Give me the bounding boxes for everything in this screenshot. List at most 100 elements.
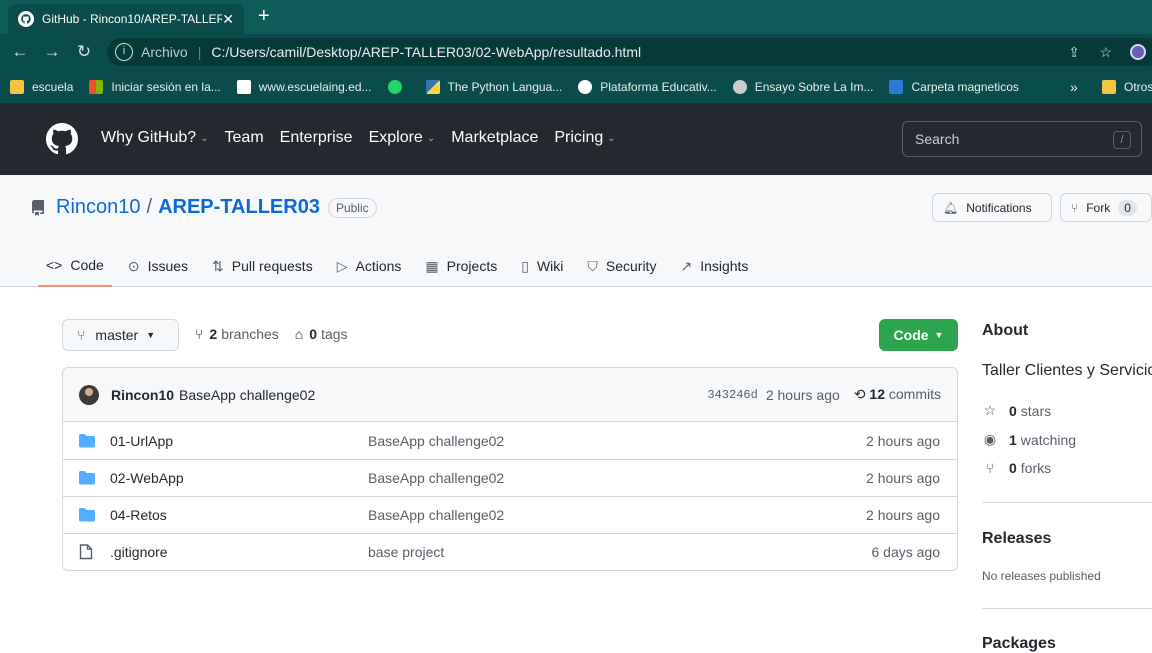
outlook-icon: [889, 79, 904, 94]
tab-wiki[interactable]: ▯ Wiki: [513, 245, 571, 287]
tab-label: Security: [605, 258, 657, 274]
browser-tab[interactable]: GitHub - Rincon10/AREP-TALLER03 ✕: [8, 4, 244, 34]
nav-enterprise[interactable]: Enterprise: [280, 129, 353, 147]
file-name-link[interactable]: 04-Retos: [110, 507, 167, 523]
table-row: 02-WebApp BaseApp challenge02 2 hours ag…: [63, 459, 957, 496]
bell-icon: 🔔︎: [943, 200, 959, 215]
nav-label: Team: [224, 129, 264, 146]
share-icon[interactable]: ⇪: [1068, 44, 1080, 61]
reload-icon[interactable]: ↻: [68, 42, 100, 62]
divider: [982, 608, 1152, 609]
nav-why-github[interactable]: Why GitHub? ⌄: [101, 129, 209, 147]
stars-link[interactable]: ☆ 0 stars: [982, 402, 1051, 419]
code-icon: <>: [46, 257, 63, 273]
forward-arrow-icon[interactable]: →: [36, 42, 68, 62]
chevron-down-icon: ⌄: [607, 132, 616, 144]
bookmark-python[interactable]: The Python Langua...: [425, 79, 562, 94]
forks-link[interactable]: ⑂ 0 forks: [982, 460, 1051, 476]
file-icon: [79, 544, 97, 560]
bookmark-escuelaing[interactable]: www.escuelaing.ed...: [236, 79, 372, 94]
bookmark-whatsapp[interactable]: [387, 79, 410, 94]
address-bar[interactable]: i Archivo | C:/Users/camil/Desktop/AREP-…: [107, 38, 1152, 66]
tab-code[interactable]: <> Code: [38, 245, 112, 287]
tags-count: 0: [309, 326, 318, 342]
commits-link[interactable]: ⟲ 12 commits: [854, 386, 941, 403]
tab-issues[interactable]: ⊙ Issues: [120, 245, 196, 287]
nav-marketplace[interactable]: Marketplace: [451, 129, 538, 147]
extension-icon[interactable]: [1130, 44, 1146, 60]
folder-icon: [79, 471, 97, 485]
tab-insights[interactable]: ↗ Insights: [672, 245, 756, 287]
notifications-button[interactable]: 🔔︎ Notifications: [932, 193, 1052, 222]
bookmark-carpeta[interactable]: Carpeta magneticos: [889, 79, 1019, 94]
file-commit-message[interactable]: BaseApp challenge02: [368, 507, 504, 523]
file-commit-message[interactable]: base project: [368, 544, 444, 560]
file-name-link[interactable]: 02-WebApp: [110, 470, 184, 486]
fork-label: Fork: [1086, 200, 1111, 215]
repo-name-link[interactable]: AREP-TALLER03: [158, 196, 320, 219]
tab-projects[interactable]: ▦ Projects: [417, 245, 505, 287]
bookmark-microsoft[interactable]: Iniciar sesión en la...: [89, 79, 221, 94]
commit-message[interactable]: BaseApp challenge02: [179, 387, 315, 403]
commit-sha[interactable]: 343246d: [707, 388, 757, 402]
branches-label: branches: [221, 326, 279, 342]
file-name-link[interactable]: 01-UrlApp: [110, 433, 173, 449]
forks-count: 0: [1009, 460, 1017, 476]
watching-link[interactable]: ◉ 1 watching: [982, 431, 1076, 448]
info-icon[interactable]: i: [115, 43, 133, 61]
github-favicon-icon: [18, 11, 34, 27]
address-url[interactable]: C:/Users/camil/Desktop/AREP-TALLER03/02-…: [211, 44, 641, 60]
nav-team[interactable]: Team: [225, 129, 264, 147]
repo-owner-link[interactable]: Rincon10: [56, 196, 141, 219]
fork-button[interactable]: ⑂ Fork 0: [1060, 193, 1152, 222]
releases-heading[interactable]: Releases: [982, 530, 1051, 548]
back-arrow-icon[interactable]: ←: [4, 42, 36, 62]
divider: [982, 502, 1152, 503]
bookmark-escuela[interactable]: escuela: [10, 79, 73, 94]
tab-security[interactable]: ⛉ Security: [579, 245, 664, 287]
file-age: 2 hours ago: [866, 432, 940, 449]
github-nav: Why GitHub? ⌄ Team Enterprise Explore ⌄ Ma…: [101, 129, 632, 147]
branch-icon: ⑂: [77, 327, 86, 343]
tab-actions[interactable]: ▷ Actions: [329, 245, 410, 287]
new-tab-button[interactable]: +: [258, 6, 270, 26]
folder-icon: [79, 433, 97, 448]
bookmark-ensayo[interactable]: Ensayo Sobre La Im...: [732, 79, 873, 94]
more-bookmarks-icon[interactable]: »: [1070, 79, 1078, 95]
about-heading: About: [982, 322, 1029, 339]
nav-explore[interactable]: Explore ⌄: [369, 129, 436, 147]
branches-link[interactable]: 2 branches: [203, 326, 278, 342]
branch-select-button[interactable]: ⑂ master ▼: [62, 319, 179, 351]
file-browser: Rincon10 BaseApp challenge02 343246d 2 h…: [62, 367, 958, 571]
file-commit-message[interactable]: BaseApp challenge02: [368, 433, 504, 449]
table-row: 04-Retos BaseApp challenge02 2 hours ago: [63, 496, 957, 533]
stars-count: 0: [1009, 402, 1017, 419]
close-tab-icon[interactable]: ✕: [222, 11, 234, 28]
bookmark-label: Carpeta magneticos: [911, 79, 1019, 94]
address-prefix: Archivo: [141, 44, 188, 60]
github-header: Why GitHub? ⌄ Team Enterprise Explore ⌄ Ma…: [0, 103, 1152, 175]
tags-link[interactable]: 0 tags: [303, 326, 347, 342]
bookmarks-bar: escuela Iniciar sesión en la... www.escu…: [0, 70, 1152, 103]
bookmark-otros[interactable]: Otros: [1102, 79, 1152, 94]
packages-heading[interactable]: Packages: [982, 635, 1056, 653]
globe-icon: [578, 79, 593, 94]
whatsapp-icon: [387, 79, 402, 94]
search-input[interactable]: Search /: [902, 121, 1142, 157]
bookmark-star-icon[interactable]: ☆: [1099, 44, 1112, 61]
branch-icon: ⑂: [195, 326, 204, 342]
bookmark-plataforma[interactable]: Plataforma Educativ...: [578, 79, 717, 94]
commit-author[interactable]: Rincon10: [111, 387, 174, 403]
page-icon: [236, 79, 251, 94]
pull-request-icon: ⇅: [212, 257, 224, 274]
tab-pull-requests[interactable]: ⇅ Pull requests: [204, 245, 321, 287]
nav-pricing[interactable]: Pricing ⌄: [554, 129, 615, 147]
notifications-label: Notifications: [966, 200, 1032, 215]
fork-count: 0: [1118, 199, 1137, 216]
file-commit-message[interactable]: BaseApp challenge02: [368, 470, 504, 486]
github-logo-icon[interactable]: [46, 123, 78, 155]
search-shortcut-key: /: [1113, 131, 1131, 149]
code-dropdown-button[interactable]: Code ▼: [879, 319, 958, 351]
avatar[interactable]: [79, 384, 99, 405]
file-name-link[interactable]: .gitignore: [110, 544, 168, 560]
